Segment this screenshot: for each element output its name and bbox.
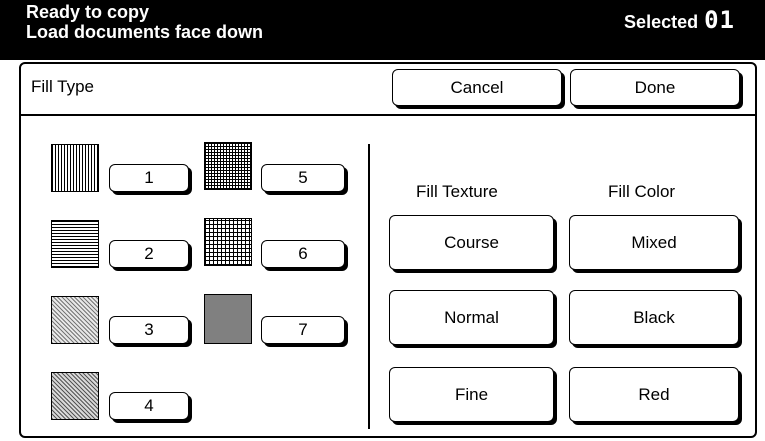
color-mixed-button[interactable]: Mixed: [569, 215, 739, 270]
selected-value: 01: [704, 6, 735, 34]
pattern-1-swatch: [51, 144, 99, 192]
pattern-4-swatch: [51, 372, 99, 420]
status-message: Ready to copy Load documents face down: [26, 2, 263, 42]
status-bar: Ready to copy Load documents face down S…: [0, 0, 765, 60]
pattern-7-button[interactable]: 7: [261, 316, 345, 344]
texture-course-button[interactable]: Course: [389, 215, 554, 270]
pattern-6-button[interactable]: 6: [261, 240, 345, 268]
texture-fine-button[interactable]: Fine: [389, 367, 554, 422]
fill-color-heading: Fill Color: [608, 182, 676, 201]
column-divider: [368, 144, 370, 429]
pattern-2-button[interactable]: 2: [109, 240, 189, 268]
pattern-4-button[interactable]: 4: [109, 392, 189, 420]
texture-normal-button[interactable]: Normal: [389, 290, 554, 345]
color-black-button[interactable]: Black: [569, 290, 739, 345]
status-line-2: Load documents face down: [26, 22, 264, 42]
fill-texture-heading: Fill Texture: [416, 182, 498, 201]
dialog-title: Fill Type: [31, 77, 94, 96]
selected-indicator: Selected 01: [624, 6, 735, 34]
pattern-3-button[interactable]: 3: [109, 316, 189, 344]
pattern-5-swatch: [204, 142, 252, 190]
dialog-title-bar: Fill Type Cancel Done: [21, 64, 755, 116]
pattern-7-swatch: [204, 294, 252, 344]
status-line-1: Ready to copy: [26, 2, 150, 22]
fill-type-dialog: Fill Type Cancel Done 1 2 3 4 5 6 7 Fill…: [19, 62, 757, 438]
pattern-5-button[interactable]: 5: [261, 164, 345, 192]
pattern-1-button[interactable]: 1: [109, 164, 189, 192]
selected-label: Selected: [624, 12, 699, 32]
pattern-6-swatch: [204, 218, 252, 266]
pattern-2-swatch: [51, 220, 99, 268]
pattern-3-swatch: [51, 296, 99, 344]
color-red-button[interactable]: Red: [569, 367, 739, 422]
done-button[interactable]: Done: [570, 69, 740, 106]
cancel-button[interactable]: Cancel: [392, 69, 562, 106]
